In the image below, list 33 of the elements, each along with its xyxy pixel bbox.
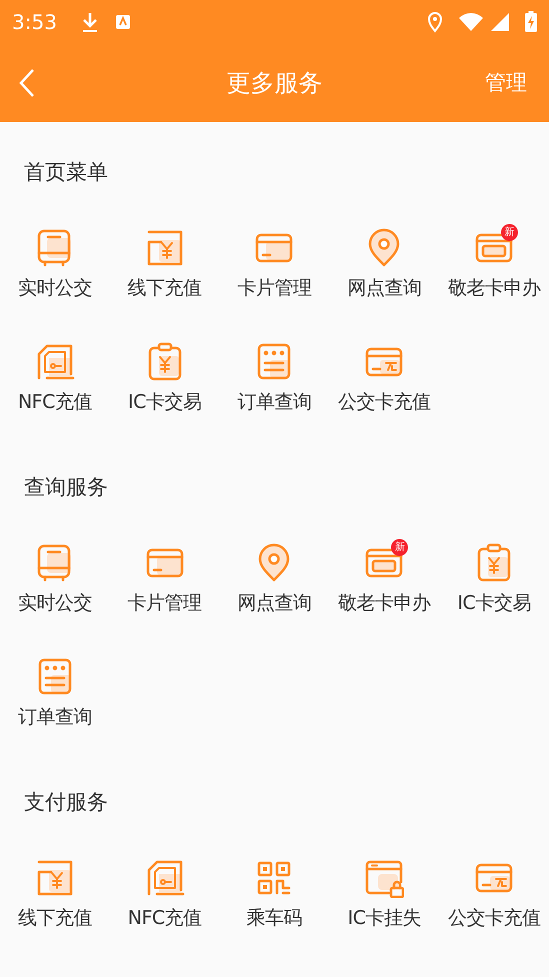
service-item[interactable]: 实时公交: [0, 543, 110, 615]
service-item[interactable]: IC卡挂失: [329, 858, 440, 930]
section-title: 首页菜单: [23, 159, 109, 186]
service-item[interactable]: 线下充值: [110, 228, 220, 300]
new-badge: 新: [501, 224, 518, 241]
page-title: 更多服务: [226, 68, 322, 98]
location-icon: [427, 10, 443, 32]
new-badge: 新: [391, 539, 408, 556]
back-button[interactable]: [18, 68, 36, 98]
service-item[interactable]: 卡片管理: [110, 543, 220, 615]
service-item[interactable]: 卡片管理: [220, 228, 330, 300]
wifi-icon: [459, 12, 483, 30]
section-title: 查询服务: [23, 474, 109, 501]
service-item[interactable]: NFC充值: [110, 858, 220, 930]
signal-icon: [491, 12, 509, 30]
app-notification-icon: [114, 14, 131, 30]
service-item[interactable]: IC卡交易: [439, 543, 549, 615]
section-title: 支付服务: [23, 789, 109, 816]
service-item[interactable]: 公交卡充值: [329, 342, 440, 414]
download-icon: [80, 10, 99, 32]
service-item[interactable]: 网点查询: [329, 228, 440, 300]
service-item[interactable]: 实时公交: [0, 228, 110, 300]
service-item[interactable]: IC卡交易: [110, 342, 220, 414]
service-item[interactable]: 订单查询: [0, 657, 110, 729]
status-time: 3:53: [12, 8, 57, 36]
battery-icon: [525, 11, 537, 32]
service-item[interactable]: 公交卡充值: [439, 858, 549, 930]
service-item[interactable]: 网点查询: [220, 543, 330, 615]
lock-card-icon: [364, 858, 404, 898]
service-item[interactable]: 乘车码: [220, 858, 330, 930]
service-item[interactable]: 线下充值: [0, 858, 110, 930]
service-item[interactable]: 订单查询: [220, 342, 330, 414]
service-item[interactable]: NFC充值: [0, 342, 110, 414]
